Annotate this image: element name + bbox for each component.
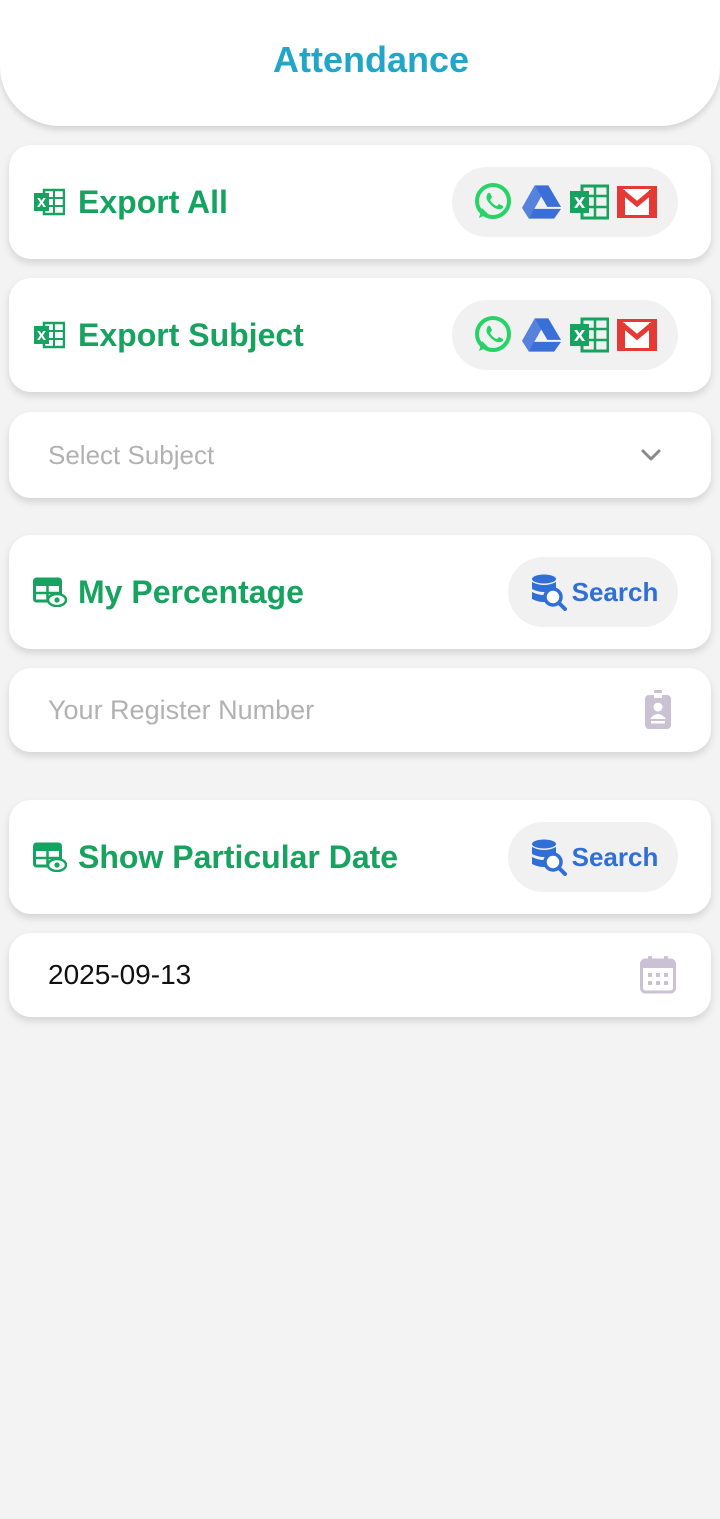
export-all-label-group: X Export All bbox=[33, 184, 452, 221]
database-search-icon bbox=[528, 572, 568, 612]
table-eye-icon bbox=[33, 841, 69, 873]
gmail-icon[interactable] bbox=[617, 182, 658, 223]
app-header: Attendance bbox=[0, 0, 720, 126]
subject-select-placeholder: Select Subject bbox=[48, 439, 215, 470]
my-percentage-search-button[interactable]: Search bbox=[508, 557, 678, 627]
svg-text:X: X bbox=[37, 196, 47, 210]
excel-icon: X bbox=[33, 319, 69, 351]
register-number-placeholder: Your Register Number bbox=[48, 694, 315, 725]
excel-icon: X bbox=[33, 186, 69, 218]
subject-select[interactable]: Select Subject bbox=[9, 412, 711, 498]
id-badge-icon bbox=[641, 690, 675, 730]
date-input-value: 2025-09-13 bbox=[48, 959, 192, 990]
chevron-down-icon bbox=[639, 443, 663, 467]
svg-text:X: X bbox=[574, 327, 586, 345]
export-subject-card: X Export Subject X bbox=[9, 278, 711, 392]
export-all-label: Export All bbox=[78, 183, 228, 220]
whatsapp-icon[interactable] bbox=[473, 182, 514, 223]
my-percentage-label: My Percentage bbox=[78, 573, 304, 610]
export-all-card: X Export All X bbox=[9, 145, 711, 259]
export-subject-label-group: X Export Subject bbox=[33, 317, 452, 354]
register-number-input[interactable]: Your Register Number bbox=[9, 668, 711, 752]
particular-date-label-group: Show Particular Date bbox=[33, 839, 508, 876]
export-all-share-group: X bbox=[452, 167, 678, 237]
export-subject-label: Export Subject bbox=[78, 316, 304, 353]
svg-text:X: X bbox=[37, 329, 47, 343]
particular-date-search-button[interactable]: Search bbox=[508, 822, 678, 892]
excel-icon[interactable]: X bbox=[569, 182, 610, 223]
table-eye-icon bbox=[33, 576, 69, 608]
database-search-icon bbox=[528, 837, 568, 877]
google-drive-icon[interactable] bbox=[521, 315, 562, 356]
particular-date-search-label: Search bbox=[571, 841, 659, 872]
whatsapp-icon[interactable] bbox=[473, 315, 514, 356]
particular-date-label: Show Particular Date bbox=[78, 838, 399, 875]
my-percentage-card: My Percentage Search bbox=[9, 535, 711, 649]
particular-date-card: Show Particular Date Search bbox=[9, 800, 711, 914]
my-percentage-search-label: Search bbox=[571, 576, 659, 607]
page-title: Attendance bbox=[272, 39, 470, 80]
google-drive-icon[interactable] bbox=[521, 182, 562, 223]
excel-icon[interactable]: X bbox=[569, 315, 610, 356]
export-subject-share-group: X bbox=[452, 300, 678, 370]
svg-text:X: X bbox=[574, 194, 586, 212]
gmail-icon[interactable] bbox=[617, 315, 658, 356]
date-input[interactable]: 2025-09-13 bbox=[9, 933, 711, 1017]
calendar-icon[interactable] bbox=[639, 955, 677, 995]
my-percentage-label-group: My Percentage bbox=[33, 574, 508, 611]
